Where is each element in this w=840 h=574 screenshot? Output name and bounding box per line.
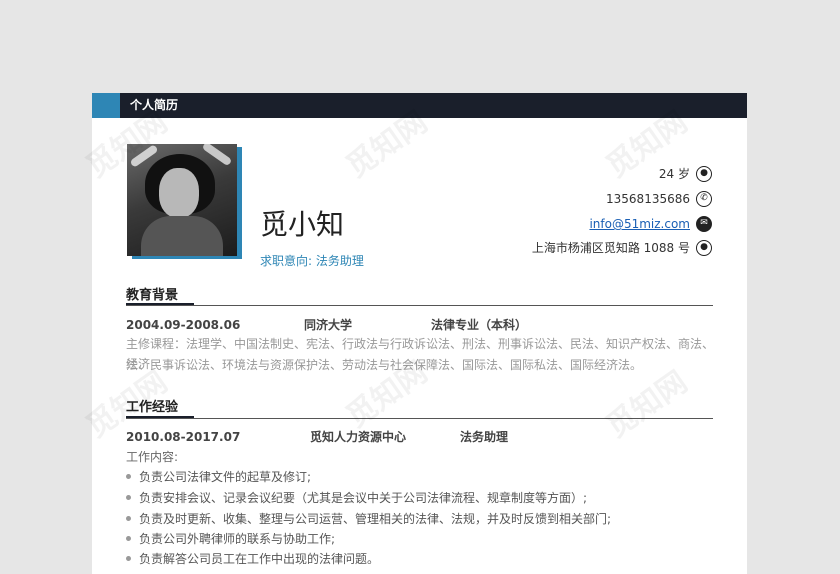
work-content-label: 工作内容: bbox=[126, 450, 179, 464]
header-accent bbox=[92, 93, 120, 118]
education-title: 教育背景 bbox=[126, 288, 179, 303]
age: 24 岁 bbox=[658, 167, 690, 181]
mail-icon: ✉ bbox=[696, 216, 712, 232]
education-courses-line2: 法、民事诉讼法、环境法与资源保护法、劳动法与社会保障法、国际法、国际私法、国际经… bbox=[126, 358, 643, 372]
duty-item: 负责安排会议、记录会议纪要（尤其是会议中关于公司法律流程、规章制度等方面）; bbox=[126, 490, 587, 506]
person-icon: ● bbox=[696, 166, 712, 182]
location-icon: ● bbox=[696, 240, 712, 256]
resume-page: 个人简历 觅小知 求职意向: 法务助理 24 岁 ● 13568135686 ✆… bbox=[92, 93, 747, 574]
duty-item: 负责及时更新、收集、整理与公司运营、管理相关的法律、法规，并及时反馈到相关部门; bbox=[126, 511, 611, 527]
education-major: 法律专业（本科） bbox=[431, 318, 528, 332]
work-company: 觅知人力资源中心 bbox=[310, 430, 407, 444]
work-position: 法务助理 bbox=[460, 430, 509, 444]
education-period: 2004.09-2008.06 bbox=[126, 318, 241, 332]
duty-item: 负责公司法律文件的起草及修订; bbox=[126, 469, 311, 485]
education-divider bbox=[126, 305, 713, 306]
address: 上海市杨浦区觅知路 1088 号 bbox=[531, 241, 690, 255]
duty-item: 负责公司外聘律师的联系与协助工作; bbox=[126, 531, 335, 547]
duty-item: 负责解答公司员工在工作中出现的法律问题。 bbox=[126, 551, 379, 567]
work-title: 工作经验 bbox=[126, 400, 179, 415]
profile-photo bbox=[127, 144, 237, 256]
phone-icon: ✆ bbox=[696, 191, 712, 207]
candidate-name: 觅小知 bbox=[260, 208, 345, 241]
email-link[interactable]: info@51miz.com bbox=[589, 216, 690, 232]
education-school: 同济大学 bbox=[304, 318, 353, 332]
job-intent: 求职意向: 法务助理 bbox=[260, 253, 364, 269]
work-period: 2010.08-2017.07 bbox=[126, 430, 241, 444]
job-intent-label: 求职意向: bbox=[260, 254, 313, 268]
header-title: 个人简历 bbox=[130, 98, 179, 112]
work-divider bbox=[126, 418, 713, 419]
phone: 13568135686 bbox=[606, 192, 690, 206]
job-intent-value: 法务助理 bbox=[315, 254, 364, 268]
header-bar: 个人简历 bbox=[92, 93, 747, 118]
